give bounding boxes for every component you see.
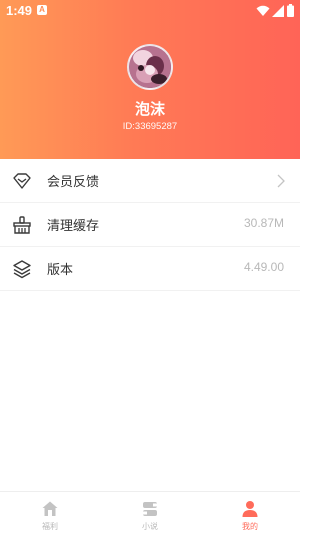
broom-icon [13,216,31,234]
username: 泡沫 [134,100,165,118]
profile-screen: 1:49 A 泡沫 ID:33695287 会员反馈 清理缓存 30.87M 版… [0,0,300,533]
cache-size-value: 30.87M [243,216,284,230]
status-bar: 1:49 A [0,0,300,22]
avatar[interactable] [127,44,173,90]
tab-label: 小说 [142,522,158,531]
menu-item-member-feedback[interactable]: 会员反馈 [0,159,300,203]
chevron-right-icon [277,174,285,188]
bottom-tab-bar: 福利 小说 我的 [0,491,300,533]
book-icon [143,502,157,516]
tab-mine[interactable]: 我的 [200,492,300,533]
tab-label: 福利 [42,522,58,531]
wifi-icon [256,5,270,16]
version-value: 4.49.00 [243,260,284,274]
notification-a-icon: A [37,5,47,15]
layers-icon [13,260,31,279]
settings-menu: 会员反馈 清理缓存 30.87M 版本 4.49.00 [0,159,300,291]
tab-novel[interactable]: 小说 [100,492,200,533]
home-icon [42,501,58,516]
avatar-image [129,46,171,88]
status-time: 1:49 [6,3,33,18]
diamond-icon [13,173,31,189]
menu-item-label: 会员反馈 [47,175,100,190]
tab-label: 我的 [242,522,258,531]
battery-icon [287,4,294,17]
menu-item-label: 清理缓存 [47,219,100,234]
person-icon [242,501,258,517]
menu-item-label: 版本 [47,263,74,278]
user-id: ID:33695287 [122,121,178,132]
menu-item-clear-cache[interactable]: 清理缓存 30.87M [0,203,300,247]
menu-item-version[interactable]: 版本 4.49.00 [0,247,300,291]
tab-welfare[interactable]: 福利 [0,492,100,533]
signal-icon [272,5,284,17]
